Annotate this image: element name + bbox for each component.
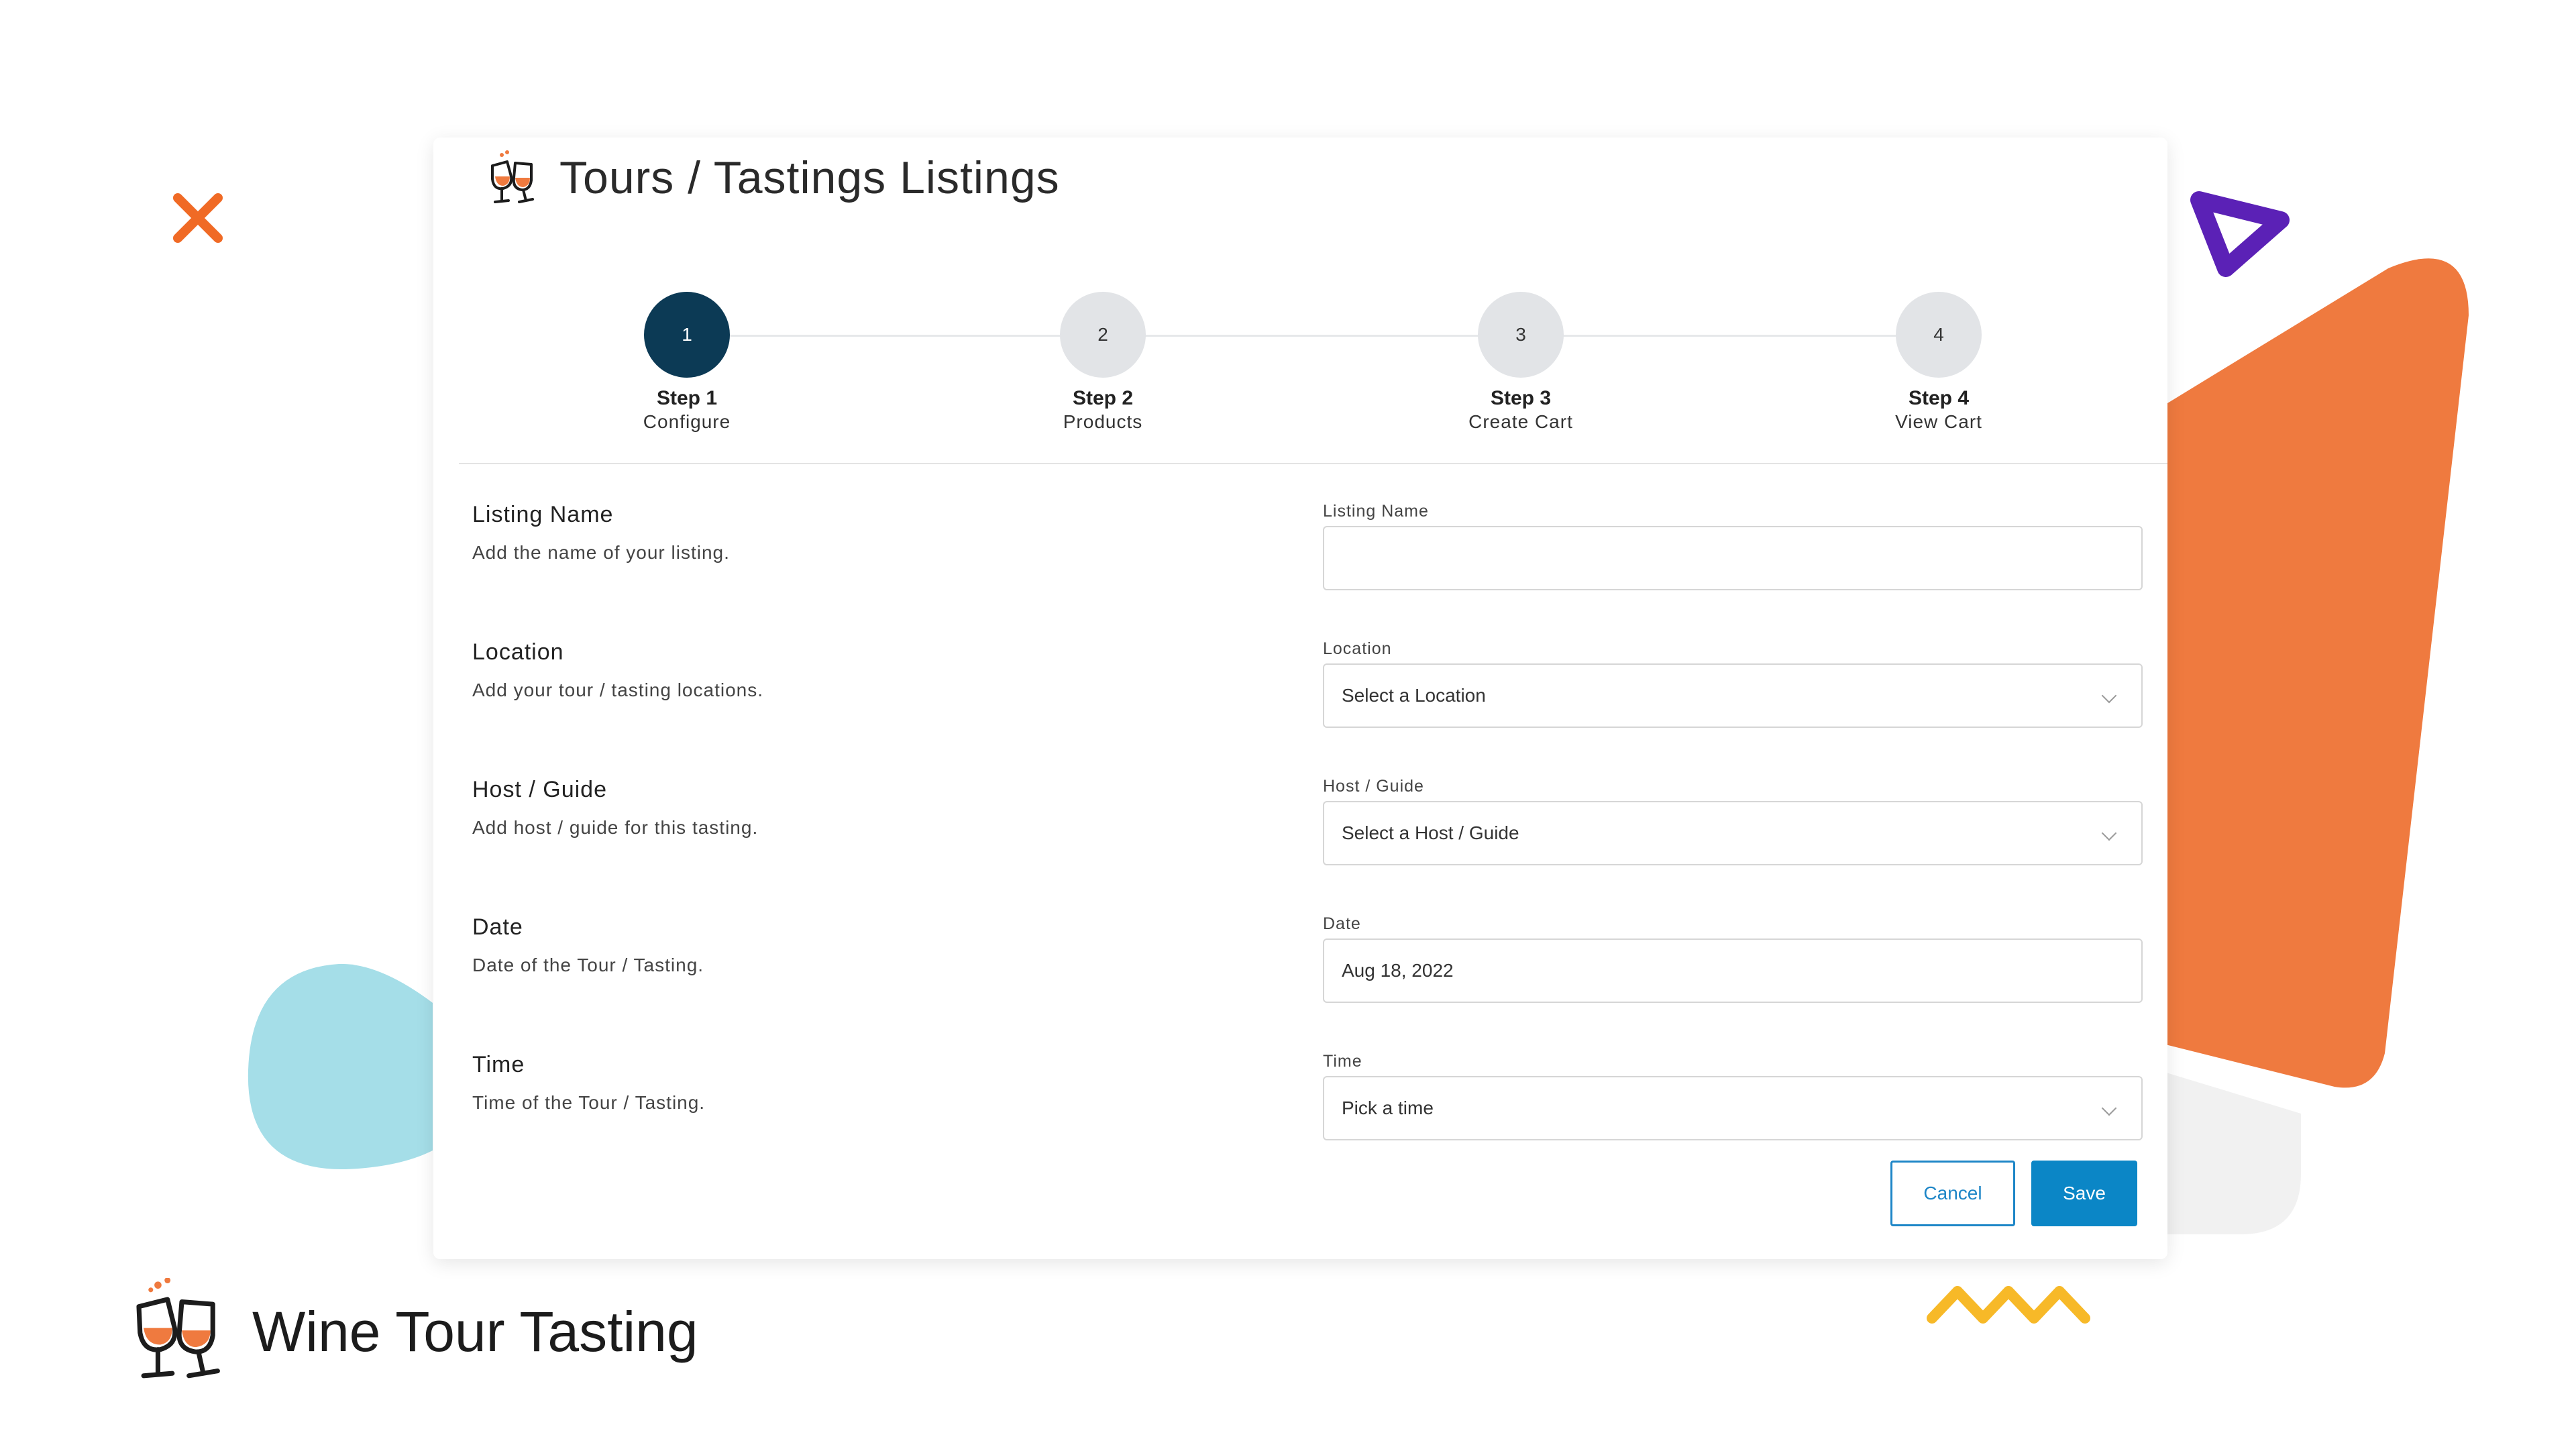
- step-2-label: Step 2: [1072, 387, 1134, 409]
- save-button[interactable]: Save: [2031, 1161, 2137, 1226]
- listing-name-field-label: Listing Name: [1323, 502, 1429, 521]
- listing-name-input[interactable]: [1323, 526, 2143, 590]
- chevron-down-icon: [2101, 688, 2117, 704]
- chevron-down-icon: [2101, 825, 2117, 841]
- page-title: Tours / Tastings Listings: [559, 152, 1060, 203]
- location-value: Select a Location: [1342, 685, 1486, 706]
- step-2-circle[interactable]: 2: [1060, 292, 1146, 378]
- step-3-sub: Create Cart: [1468, 411, 1573, 432]
- step-4[interactable]: 4 Step 4 View Cart: [1838, 292, 2039, 433]
- listing-form-card: Tours / Tastings Listings 1 Step 1 Confi…: [433, 138, 2167, 1259]
- brand-name: Wine Tour Tasting: [252, 1299, 698, 1363]
- step-1-circle[interactable]: 1: [644, 292, 730, 378]
- stepper: 1 Step 1 Configure 2 Step 2 Products 3 S…: [433, 292, 2167, 439]
- decor-grey-shape: [2147, 1067, 2301, 1234]
- chevron-down-icon: [2101, 1100, 2117, 1116]
- location-label: Location: [472, 639, 564, 665]
- host-guide-desc: Add host / guide for this tasting.: [472, 817, 759, 838]
- stepper-line: [685, 335, 1933, 337]
- wine-glasses-icon: [136, 1278, 220, 1379]
- form-row-listing-name: Listing Name Add the name of your listin…: [433, 502, 2167, 629]
- form-row-location: Location Add your tour / tasting locatio…: [433, 639, 2167, 767]
- brand-logo: Wine Tour Tasting: [131, 1278, 698, 1385]
- wine-glasses-icon: [491, 150, 534, 203]
- host-guide-select[interactable]: Select a Host / Guide: [1323, 801, 2143, 865]
- step-1[interactable]: 1 Step 1 Configure: [586, 292, 788, 433]
- step-2[interactable]: 2 Step 2 Products: [1002, 292, 1203, 433]
- decor-orange-shape: [2147, 258, 2469, 1088]
- decor-x-mark: [173, 193, 223, 243]
- page-header: Tours / Tastings Listings: [487, 150, 1060, 206]
- step-4-sub: View Cart: [1895, 411, 1982, 432]
- decor-zigzag: [1927, 1286, 2090, 1324]
- form-row-host-guide: Host / Guide Add host / guide for this t…: [433, 777, 2167, 904]
- section-divider: [459, 463, 2167, 464]
- time-label: Time: [472, 1052, 525, 1077]
- date-input[interactable]: Aug 18, 2022: [1323, 938, 2143, 1003]
- date-value: Aug 18, 2022: [1342, 960, 1454, 981]
- step-3[interactable]: 3 Step 3 Create Cart: [1420, 292, 1621, 433]
- step-1-label: Step 1: [656, 387, 718, 409]
- time-field-label: Time: [1323, 1052, 1362, 1071]
- host-guide-field-label: Host / Guide: [1323, 777, 1424, 796]
- step-3-label: Step 3: [1490, 387, 1552, 409]
- listing-name-label: Listing Name: [472, 502, 614, 527]
- step-4-circle[interactable]: 4: [1896, 292, 1982, 378]
- time-select[interactable]: Pick a time: [1323, 1076, 2143, 1140]
- host-guide-label: Host / Guide: [472, 777, 607, 802]
- step-2-sub: Products: [1063, 411, 1143, 432]
- location-field-label: Location: [1323, 639, 1392, 658]
- date-desc: Date of the Tour / Tasting.: [472, 955, 704, 975]
- form-row-date: Date Date of the Tour / Tasting. Date Au…: [433, 914, 2167, 1042]
- step-1-sub: Configure: [643, 411, 731, 432]
- time-value: Pick a time: [1342, 1097, 1434, 1118]
- step-4-label: Step 4: [1908, 387, 1970, 409]
- host-guide-value: Select a Host / Guide: [1342, 822, 1519, 843]
- decor-blue-blob: [248, 963, 433, 1170]
- date-field-label: Date: [1323, 914, 1361, 933]
- step-3-circle[interactable]: 3: [1478, 292, 1564, 378]
- location-select[interactable]: Select a Location: [1323, 663, 2143, 728]
- cancel-button[interactable]: Cancel: [1890, 1161, 2015, 1226]
- listing-name-desc: Add the name of your listing.: [472, 542, 730, 563]
- location-desc: Add your tour / tasting locations.: [472, 680, 763, 700]
- time-desc: Time of the Tour / Tasting.: [472, 1092, 706, 1113]
- date-label: Date: [472, 914, 523, 940]
